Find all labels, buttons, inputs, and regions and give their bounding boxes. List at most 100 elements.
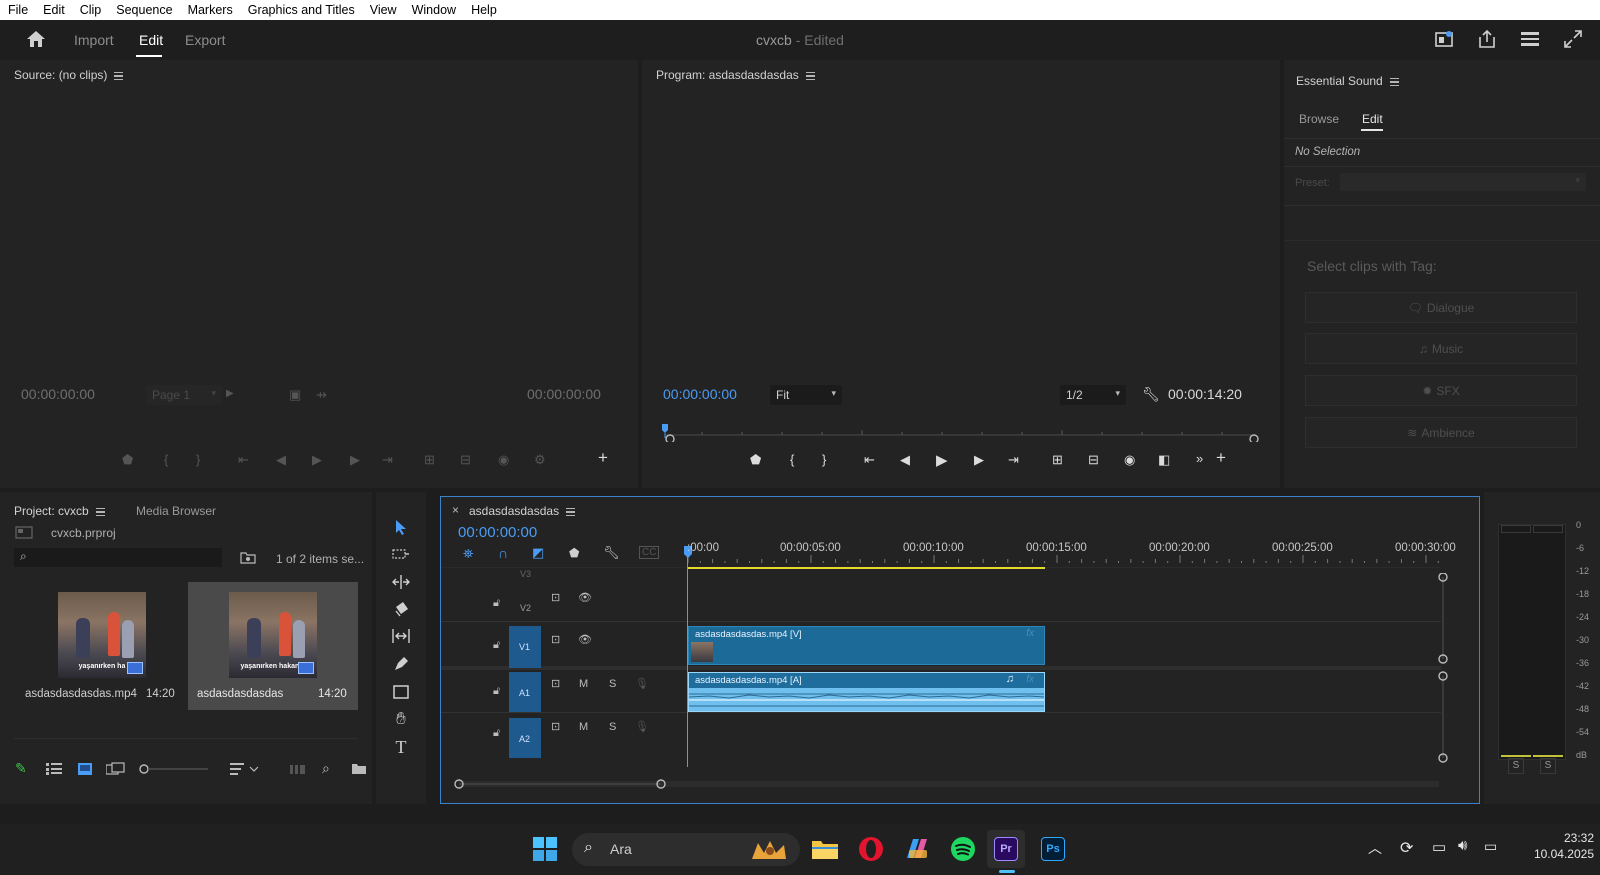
premiere-pro-icon[interactable]: Pr <box>989 832 1023 866</box>
mute-button[interactable]: M <box>579 721 588 733</box>
vertical-scrollbar[interactable] <box>1437 573 1449 773</box>
network-icon[interactable]: ▭ <box>1432 838 1446 856</box>
timeline-timecode[interactable]: 00:00:00:00 <box>458 524 537 541</box>
share-icon[interactable] <box>1477 29 1497 49</box>
menu-markers[interactable]: Markers <box>188 3 233 17</box>
mark-in-icon[interactable]: { <box>164 452 168 467</box>
toggle-sync-icon[interactable]: ⊡ <box>551 720 560 733</box>
menu-sequence[interactable]: Sequence <box>116 3 172 17</box>
fullscreen-icon[interactable] <box>1564 30 1582 48</box>
spotify-icon[interactable] <box>946 832 980 866</box>
ripple-edit-tool-icon[interactable] <box>390 571 412 593</box>
panel-menu-icon[interactable] <box>1389 77 1399 86</box>
go-to-in-icon[interactable]: ⇤ <box>864 452 875 468</box>
toggle-sync-icon[interactable]: ⊡ <box>551 677 560 690</box>
lock-icon[interactable]: 🔓︎ <box>493 727 500 740</box>
new-bin-icon[interactable] <box>351 762 367 775</box>
overwrite-icon[interactable]: ⊟ <box>460 452 471 468</box>
clock[interactable]: 23:32 10.04.2025 <box>1514 831 1594 861</box>
add-button-icon[interactable]: + <box>1216 448 1226 468</box>
settings-icon[interactable]: ▣ <box>289 387 301 403</box>
new-bin-from-search-icon[interactable] <box>240 551 256 564</box>
menu-help[interactable]: Help <box>471 3 497 17</box>
timeline-settings-icon[interactable]: 🔧︎ <box>603 545 620 561</box>
linked-selection-icon[interactable]: ◩ <box>532 545 544 561</box>
panel-menu-icon[interactable] <box>95 507 105 516</box>
file-explorer-icon[interactable] <box>808 832 842 866</box>
preset-dropdown[interactable]: ▾ <box>1340 173 1586 191</box>
mark-in-icon[interactable]: { <box>790 452 794 467</box>
work-area-bar[interactable] <box>688 567 1045 569</box>
zoom-slider[interactable] <box>138 763 210 775</box>
menu-clip[interactable]: Clip <box>80 3 102 17</box>
program-timecode-current[interactable]: 00:00:00:00 <box>663 386 737 402</box>
solo-right-button[interactable]: S <box>1540 758 1556 774</box>
list-view-icon[interactable] <box>46 763 62 775</box>
hand-tool-icon[interactable]: ✋︎ <box>390 708 412 730</box>
volume-icon[interactable]: 🔊︎ <box>1458 837 1467 854</box>
pen-tool-icon[interactable] <box>390 653 412 675</box>
voice-over-icon[interactable]: 🎙︎ <box>635 677 649 690</box>
toggle-sync-icon[interactable]: ⊡ <box>551 591 560 604</box>
sync-icon[interactable]: ⟳ <box>1400 838 1413 858</box>
button-editor-icon[interactable]: ⚙ <box>534 452 546 468</box>
lock-icon[interactable]: 🔓︎ <box>493 597 500 610</box>
lock-icon[interactable]: 🔓︎ <box>493 685 500 698</box>
automate-to-sequence-icon[interactable] <box>290 763 306 775</box>
project-item[interactable]: yaşanırken ha asdasdasdasdas.mp4 14:20 <box>16 582 188 712</box>
nest-sequences-icon[interactable]: ⛯ <box>463 546 473 562</box>
photoshop-icon[interactable]: Ps <box>1036 832 1070 866</box>
add-marker-icon[interactable]: ⬟ <box>569 546 579 560</box>
audio-clip[interactable]: asdasdasdasdas.mp4 [A] ♫ fx <box>688 672 1045 712</box>
workspaces-icon[interactable] <box>1520 31 1540 47</box>
menu-file[interactable]: File <box>8 3 28 17</box>
extract-icon[interactable]: ⊟ <box>1088 452 1099 468</box>
play-icon[interactable]: ▶ <box>936 451 948 469</box>
ambience-tag-button[interactable]: ≋ Ambience <box>1305 417 1577 448</box>
battery-icon[interactable]: ▭ <box>1484 838 1497 855</box>
snap-icon[interactable]: ∩ <box>498 545 508 561</box>
solo-left-button[interactable]: S <box>1508 758 1524 774</box>
quick-export-icon[interactable] <box>1434 30 1454 48</box>
track-a2-target[interactable]: A2 <box>509 718 541 758</box>
pencil-icon[interactable]: ✎ <box>15 760 27 777</box>
copilot-icon[interactable] <box>900 832 934 866</box>
freeform-view-icon[interactable] <box>106 762 126 776</box>
sfx-tag-button[interactable]: ✹ SFX <box>1305 375 1577 406</box>
program-scrub-bar[interactable] <box>662 424 1262 442</box>
solo-button[interactable]: S <box>609 678 616 690</box>
step-back-icon[interactable]: ◀ <box>276 452 286 468</box>
wrench-icon[interactable]: 🔧︎ <box>1142 386 1160 403</box>
menu-view[interactable]: View <box>370 3 397 17</box>
selection-tool-icon[interactable] <box>390 516 412 538</box>
mark-out-icon[interactable]: } <box>822 452 826 467</box>
sequence-tab[interactable]: asdasdasdasdas <box>469 504 576 518</box>
step-forward-icon[interactable]: ▶ <box>974 452 984 468</box>
opera-icon[interactable] <box>854 832 888 866</box>
export-frame-icon[interactable]: ⇸ <box>316 387 327 403</box>
find-icon[interactable]: ⌕ <box>322 760 330 777</box>
start-icon[interactable] <box>528 832 562 866</box>
add-button-icon[interactable]: + <box>598 448 608 468</box>
camera-icon[interactable]: ◉ <box>498 452 509 468</box>
track-select-tool-icon[interactable] <box>390 543 412 565</box>
slip-tool-icon[interactable] <box>390 625 412 647</box>
close-sequence-icon[interactable]: × <box>452 503 459 517</box>
add-marker-icon[interactable]: ⬟ <box>750 452 761 468</box>
sort-icon[interactable] <box>230 762 260 776</box>
icon-view-icon[interactable] <box>78 763 92 775</box>
step-back-icon[interactable]: ◀ <box>900 452 910 468</box>
project-item[interactable]: yaşanırken hakan fı asdasdasdasdas 14:20 <box>188 582 358 710</box>
insert-icon[interactable]: ⊞ <box>424 452 435 468</box>
camera-icon[interactable]: ◉ <box>1124 452 1135 468</box>
solo-button[interactable]: S <box>609 721 616 733</box>
next-page-icon[interactable]: ▶ <box>226 388 234 399</box>
mute-button[interactable]: M <box>579 678 588 690</box>
tab-media-browser[interactable]: Media Browser <box>136 504 216 518</box>
eye-icon[interactable]: 👁︎ <box>578 633 592 646</box>
rectangle-tool-icon[interactable] <box>390 681 412 703</box>
chevron-up-icon[interactable]: ︿ <box>1368 838 1382 858</box>
tab-browse[interactable]: Browse <box>1299 112 1339 126</box>
tab-edit-sound[interactable]: Edit <box>1362 112 1383 126</box>
horizontal-scrollbar[interactable] <box>449 778 1449 790</box>
